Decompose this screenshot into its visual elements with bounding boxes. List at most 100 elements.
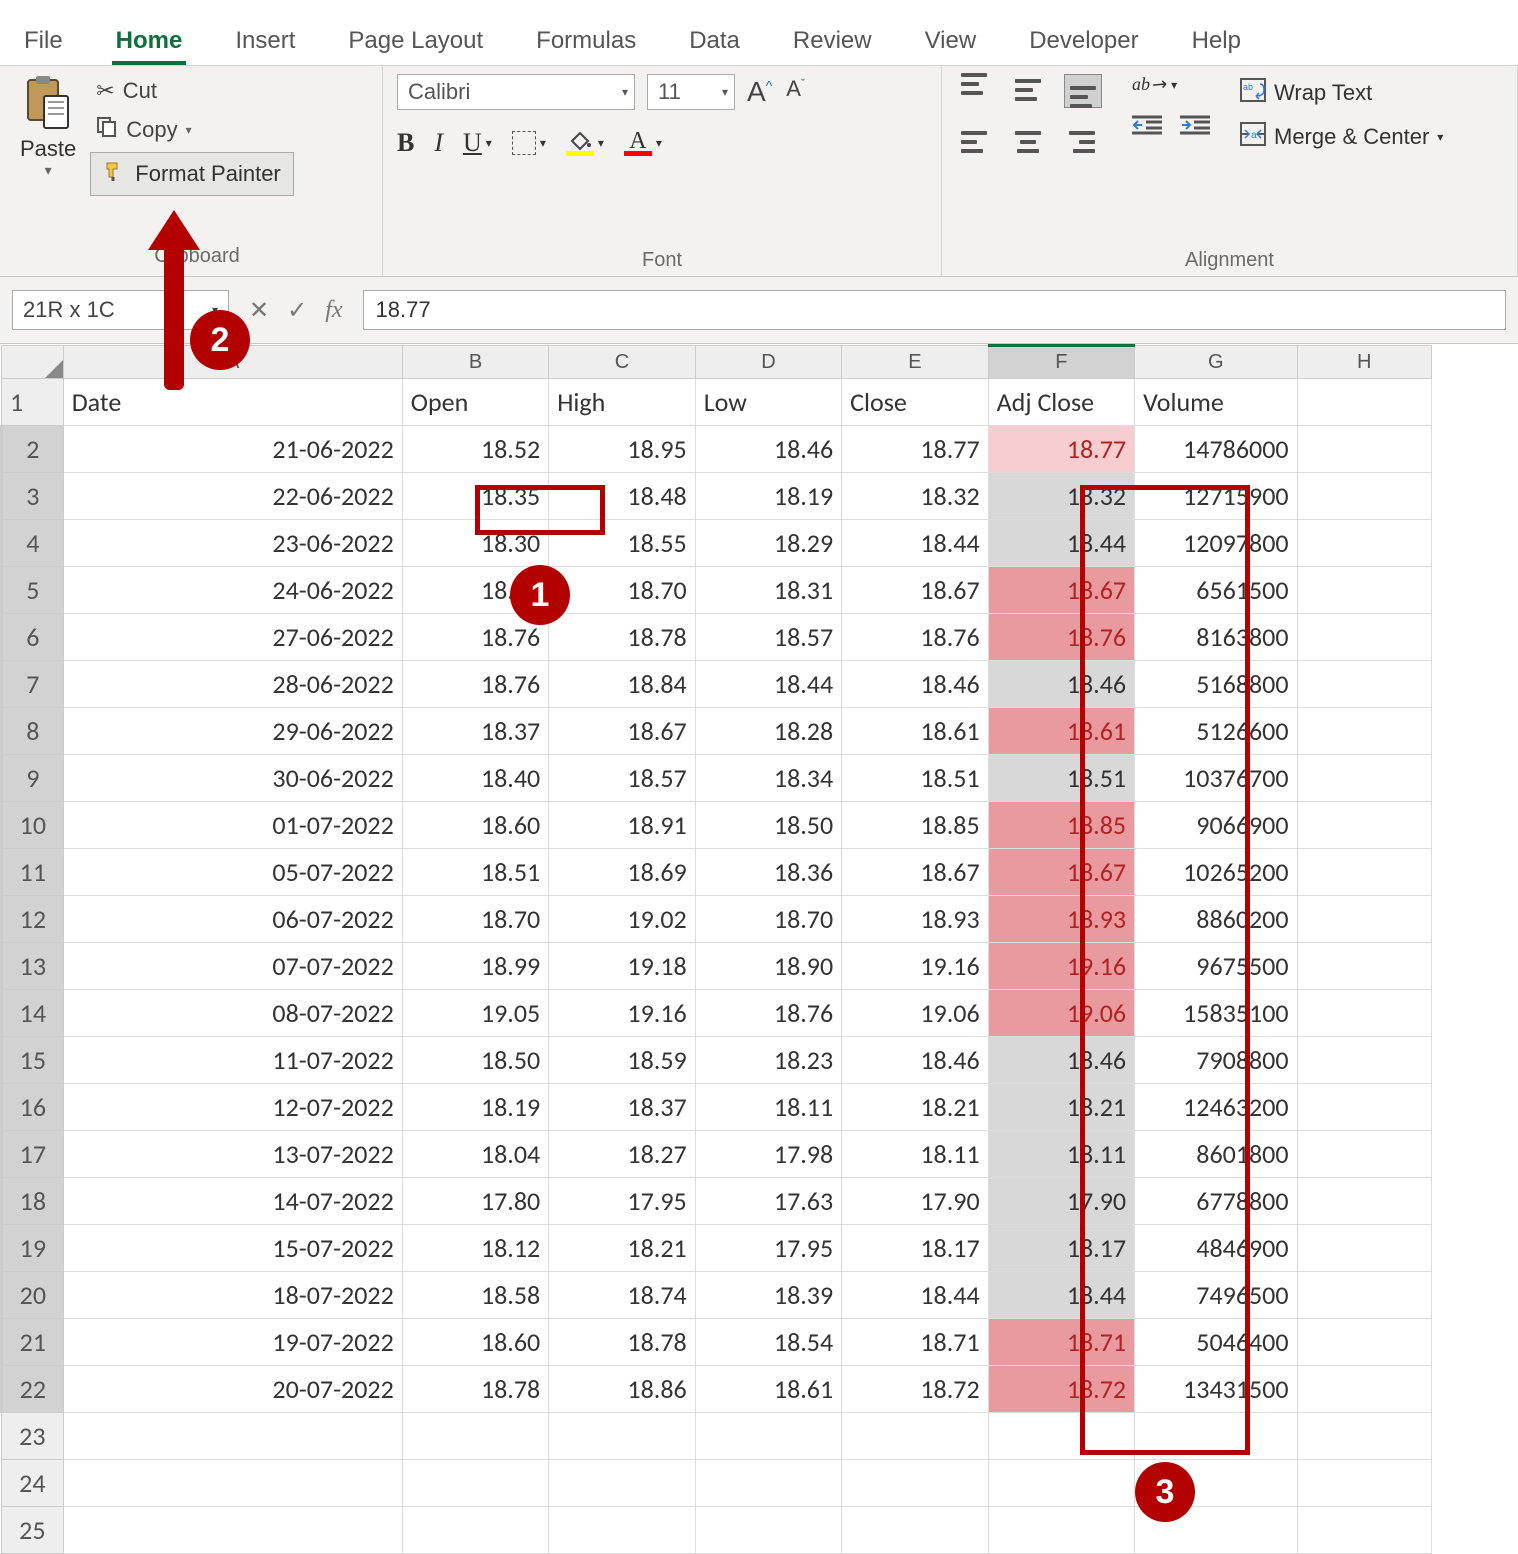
cell[interactable] — [695, 1507, 841, 1554]
cell[interactable]: 18.46 — [988, 1037, 1134, 1084]
cell[interactable]: 18.72 — [842, 1366, 988, 1413]
row-header[interactable]: 10 — [2, 802, 64, 849]
cell[interactable]: 18.40 — [402, 755, 548, 802]
tab-view[interactable]: View — [921, 27, 981, 65]
cell[interactable]: 18.28 — [695, 708, 841, 755]
row-header[interactable]: 12 — [2, 896, 64, 943]
cell[interactable]: 18.67 — [842, 849, 988, 896]
row-header[interactable]: 16 — [2, 1084, 64, 1131]
tab-page-layout[interactable]: Page Layout — [344, 27, 487, 65]
cell[interactable] — [1135, 1413, 1297, 1460]
cell[interactable]: 18.76 — [842, 614, 988, 661]
row-header[interactable]: 14 — [2, 990, 64, 1037]
cell[interactable]: 18.17 — [842, 1225, 988, 1272]
column-header-C[interactable]: C — [549, 346, 695, 379]
cell[interactable] — [63, 1507, 402, 1554]
row-header[interactable]: 9 — [2, 755, 64, 802]
cell[interactable]: 14-07-2022 — [63, 1178, 402, 1225]
cell[interactable]: 18.44 — [695, 661, 841, 708]
cell[interactable]: 14786000 — [1135, 426, 1297, 473]
cell[interactable] — [1297, 520, 1431, 567]
cell[interactable] — [402, 1460, 548, 1507]
cell[interactable]: 18.32 — [988, 473, 1134, 520]
cell[interactable]: 18.71 — [988, 1319, 1134, 1366]
increase-indent-button[interactable] — [1180, 113, 1210, 142]
cell[interactable]: 18.57 — [549, 755, 695, 802]
cell[interactable]: Low — [695, 379, 841, 426]
fx-button[interactable]: fx — [325, 297, 342, 324]
cell[interactable]: 24-06-2022 — [63, 567, 402, 614]
cell[interactable]: 18.70 — [695, 896, 841, 943]
italic-button[interactable]: I — [434, 128, 443, 158]
tab-home[interactable]: Home — [112, 27, 187, 65]
cell[interactable]: 18.59 — [549, 1037, 695, 1084]
cell[interactable]: 17.90 — [842, 1178, 988, 1225]
cell[interactable]: 05-07-2022 — [63, 849, 402, 896]
cell[interactable] — [1297, 1178, 1431, 1225]
copy-button[interactable]: Copy ▾ — [90, 112, 294, 148]
cell[interactable]: 18.85 — [842, 802, 988, 849]
cell[interactable]: 10376700 — [1135, 755, 1297, 802]
cell[interactable]: 18.60 — [402, 1319, 548, 1366]
cell[interactable]: 18.78 — [549, 614, 695, 661]
cell[interactable]: 18.04 — [402, 1131, 548, 1178]
cell[interactable]: 18.27 — [549, 1131, 695, 1178]
row-header[interactable]: 3 — [2, 473, 64, 520]
cell[interactable]: 15835100 — [1135, 990, 1297, 1037]
cell[interactable]: 18.46 — [695, 426, 841, 473]
underline-button[interactable]: U ▾ — [463, 128, 492, 158]
cell[interactable] — [1297, 1507, 1431, 1554]
cell[interactable]: 18.61 — [695, 1366, 841, 1413]
align-center-button[interactable] — [1010, 126, 1046, 158]
cell[interactable]: High — [549, 379, 695, 426]
cell[interactable]: 17.95 — [695, 1225, 841, 1272]
cell[interactable]: 18.23 — [695, 1037, 841, 1084]
cell[interactable]: 18.67 — [842, 567, 988, 614]
borders-button[interactable]: ▾ — [512, 131, 546, 155]
row-header[interactable]: 1 — [2, 379, 64, 426]
cell[interactable] — [695, 1413, 841, 1460]
cell[interactable]: 30-06-2022 — [63, 755, 402, 802]
cell[interactable] — [1297, 473, 1431, 520]
cell[interactable] — [988, 1507, 1134, 1554]
column-header-A[interactable]: A — [63, 346, 402, 379]
cell[interactable] — [1297, 896, 1431, 943]
cell[interactable]: 18.32 — [842, 473, 988, 520]
align-left-button[interactable] — [956, 126, 992, 158]
row-header[interactable]: 23 — [2, 1413, 64, 1460]
tab-review[interactable]: Review — [789, 27, 876, 65]
cell[interactable]: 18.77 — [988, 426, 1134, 473]
row-header[interactable]: 24 — [2, 1460, 64, 1507]
cell[interactable] — [549, 1413, 695, 1460]
cell[interactable]: 18.85 — [988, 802, 1134, 849]
paste-button[interactable]: Paste ▾ — [12, 72, 84, 196]
cell[interactable]: 18.11 — [988, 1131, 1134, 1178]
cell[interactable]: 07-07-2022 — [63, 943, 402, 990]
column-header-H[interactable]: H — [1297, 346, 1431, 379]
cell[interactable]: 9675500 — [1135, 943, 1297, 990]
cell[interactable] — [1297, 708, 1431, 755]
font-size-combo[interactable]: 11 ▾ — [647, 74, 735, 110]
cell[interactable]: 18.46 — [842, 1037, 988, 1084]
cell[interactable]: 18.99 — [402, 943, 548, 990]
spreadsheet-grid[interactable]: ABCDEFGH1DateOpenHighLowCloseAdj CloseVo… — [0, 344, 1432, 1554]
cell[interactable] — [1297, 943, 1431, 990]
cell[interactable] — [63, 1460, 402, 1507]
cell[interactable]: 18.51 — [842, 755, 988, 802]
cell[interactable]: 18.78 — [402, 1366, 548, 1413]
cell[interactable]: 18.34 — [695, 755, 841, 802]
cancel-formula-button[interactable]: ✕ — [249, 296, 269, 325]
cell[interactable]: 17.80 — [402, 1178, 548, 1225]
cell[interactable]: 19.05 — [402, 990, 548, 1037]
cell[interactable]: 17.95 — [549, 1178, 695, 1225]
cell[interactable] — [1135, 1460, 1297, 1507]
cell[interactable]: 18.37 — [549, 1084, 695, 1131]
cell[interactable]: 18.11 — [842, 1131, 988, 1178]
cell[interactable]: 18.61 — [988, 708, 1134, 755]
tab-formulas[interactable]: Formulas — [532, 27, 640, 65]
cell[interactable]: 18.46 — [988, 661, 1134, 708]
tab-insert[interactable]: Insert — [231, 27, 299, 65]
cell[interactable]: 18.44 — [988, 520, 1134, 567]
name-box[interactable]: 21R x 1C ▾ — [12, 290, 229, 330]
cell[interactable]: 17.98 — [695, 1131, 841, 1178]
